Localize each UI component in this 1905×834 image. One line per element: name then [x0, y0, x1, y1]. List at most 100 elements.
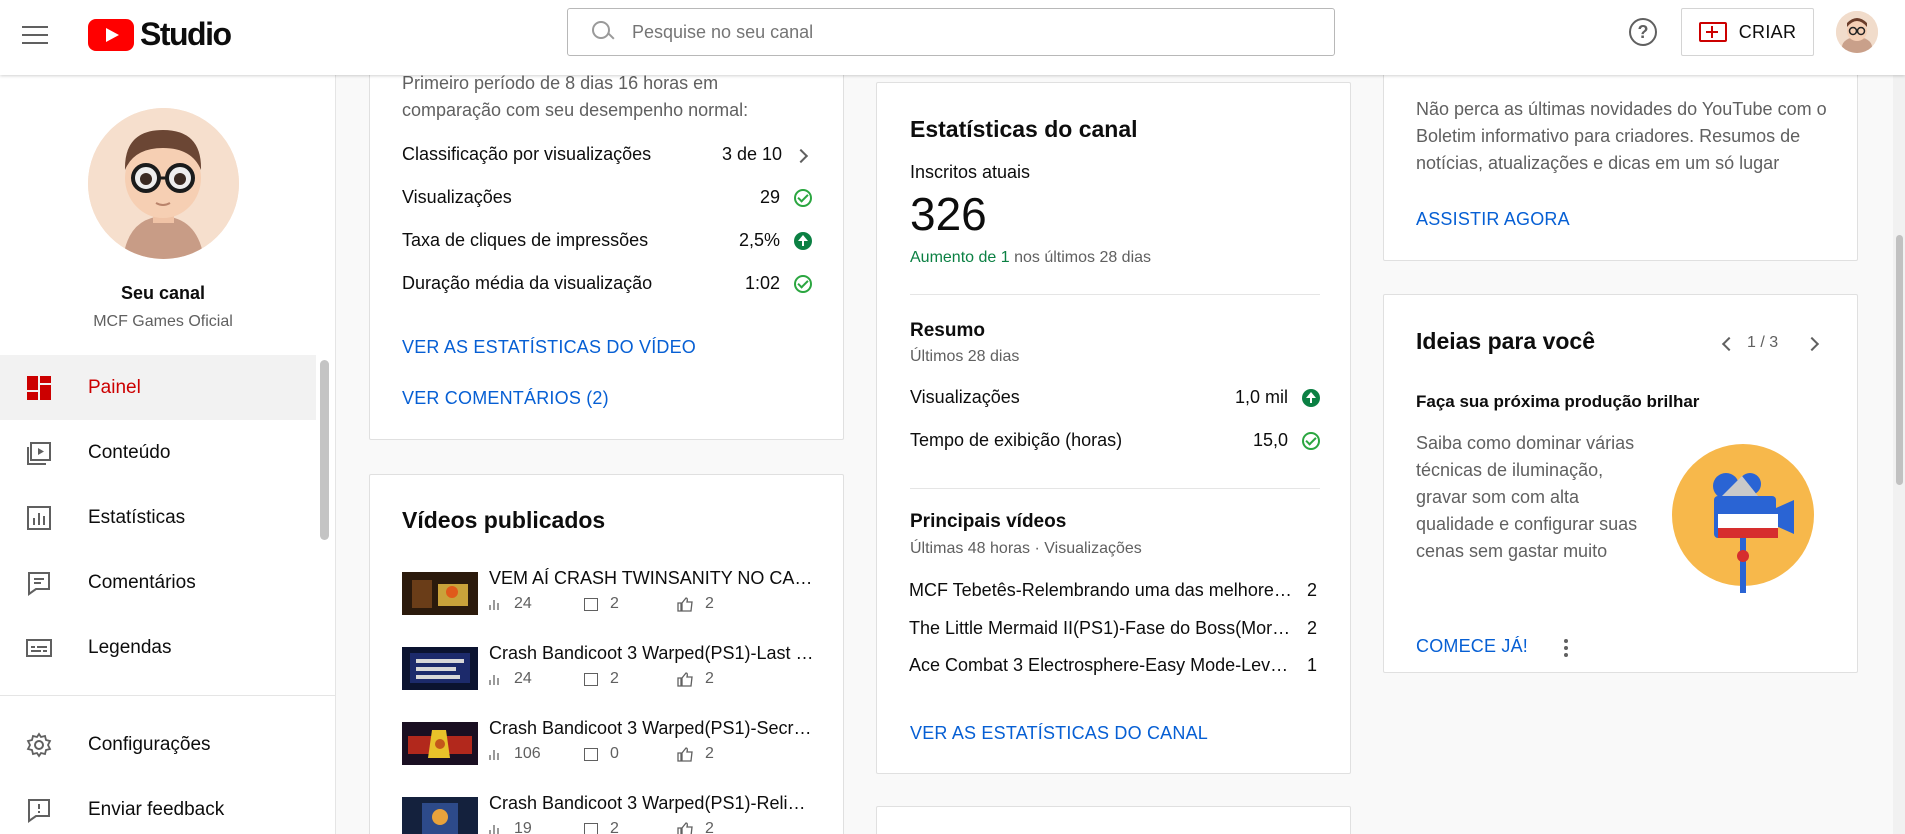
- top-video-row[interactable]: MCF Tebetês-Relembrando uma das melhores…: [877, 580, 1352, 606]
- sidebar-item-configuracoes[interactable]: Configurações: [0, 712, 316, 777]
- sidebar-item-estatisticas[interactable]: Estatísticas: [0, 485, 316, 550]
- comments-stat: 2: [584, 820, 677, 834]
- check-circle-icon: [794, 189, 812, 207]
- logo-text: Studio: [140, 16, 232, 52]
- gear-icon: [26, 731, 52, 758]
- watch-now-link[interactable]: ASSISTIR AGORA: [1416, 209, 1570, 230]
- video-title: Crash Bandicoot 3 Warped(PS1)-Relic T...: [489, 793, 814, 813]
- comments-count: 2: [610, 670, 619, 687]
- channel-stats-link[interactable]: VER AS ESTATÍSTICAS DO CANAL: [910, 723, 1208, 744]
- page-scrollbar-thumb[interactable]: [1896, 235, 1903, 485]
- stat-label: Visualizações: [402, 187, 512, 207]
- create-button[interactable]: CRIAR: [1681, 8, 1814, 56]
- sidebar-scrollbar[interactable]: [320, 360, 329, 540]
- thumbs-up-icon: [677, 671, 693, 687]
- video-list-item[interactable]: Crash Bandicoot 3 Warped(PS1)-Last G... …: [402, 643, 814, 701]
- video-thumbnail: [402, 572, 478, 615]
- search-icon[interactable]: [590, 20, 614, 44]
- card-title: Estatísticas do canal: [910, 116, 1138, 142]
- search-input[interactable]: [632, 21, 1282, 43]
- summary-label: Visualizações: [910, 387, 1020, 407]
- subscribers-period: nos últimos 28 dias: [1009, 249, 1152, 266]
- video-list-item[interactable]: Crash Bandicoot 3 Warped(PS1)-Relic T...…: [402, 793, 814, 834]
- chevron-right-icon[interactable]: [793, 148, 809, 166]
- views-stat: 19: [489, 820, 584, 834]
- stat-value: 2,5%: [738, 230, 780, 250]
- comments-stat: 2: [584, 670, 677, 688]
- channel-stats-card: Estatísticas do canal Inscritos atuais 3…: [876, 82, 1351, 774]
- channel-avatar[interactable]: [88, 108, 239, 259]
- ideas-card: Ideias para você 1 / 3 Faça sua próxima …: [1383, 294, 1858, 673]
- comment-icon: [584, 597, 598, 611]
- sidebar-item-conteudo[interactable]: Conteúdo: [0, 420, 316, 485]
- studio-logo[interactable]: Studio: [88, 16, 232, 53]
- video-meta: 19 2 2: [489, 820, 714, 834]
- video-meta: 106 0 2: [489, 745, 714, 763]
- comment-icon: [584, 747, 598, 761]
- comparison-intro: Primeiro período de 8 dias 16 horas em c…: [402, 73, 749, 120]
- bar-chart-icon: [489, 748, 501, 760]
- comments-count: 2: [610, 595, 619, 612]
- comment-icon: [584, 672, 598, 686]
- sidebar-item-painel[interactable]: Painel: [0, 355, 316, 420]
- likes-stat: 2: [677, 745, 714, 763]
- stat-value: 29: [759, 187, 780, 207]
- chevron-left-icon: [1721, 336, 1737, 352]
- sidebar-divider: [0, 695, 336, 696]
- content-icon: [26, 440, 52, 466]
- sidebar-item-legendas[interactable]: Legendas: [0, 615, 316, 680]
- page-scrollbar[interactable]: [1893, 75, 1905, 834]
- prev-page-button[interactable]: [1718, 335, 1738, 355]
- stat-row: Visualizações 29: [402, 187, 812, 211]
- comments-count: 2: [610, 820, 619, 834]
- sidebar-item-label: Legendas: [88, 636, 172, 658]
- video-list-item[interactable]: VEM AÍ CRASH TWINSANITY NO CANA... 24 2 …: [402, 568, 814, 626]
- views-count: 24: [514, 595, 532, 612]
- likes-count: 2: [705, 595, 714, 612]
- sidebar-item-label: Configurações: [88, 733, 211, 755]
- stat-row: Taxa de cliques de impressões 2,5%: [402, 230, 812, 254]
- more-options-icon[interactable]: [1562, 637, 1570, 659]
- subtitles-icon: [26, 635, 52, 661]
- comments-link[interactable]: VER COMENTÁRIOS (2): [402, 388, 609, 409]
- analytics-icon: [26, 505, 52, 531]
- video-list-item[interactable]: Crash Bandicoot 3 Warped(PS1)-Secret ...…: [402, 718, 814, 776]
- start-now-link[interactable]: COMECE JÁ!: [1416, 636, 1528, 657]
- bar-chart-icon: [489, 598, 501, 610]
- create-video-icon: [1698, 22, 1727, 42]
- help-icon[interactable]: ?: [1629, 18, 1657, 46]
- feedback-icon: [26, 797, 52, 823]
- sidebar-item-label: Conteúdo: [88, 441, 171, 463]
- subscribers-count: 326: [910, 188, 987, 240]
- summary-row: Tempo de exibição (horas) 15,0: [910, 430, 1320, 454]
- pager-indicator: 1 / 3: [1747, 334, 1779, 351]
- comments-stat: 2: [584, 595, 677, 613]
- account-avatar[interactable]: [1836, 11, 1878, 53]
- top-video-row[interactable]: The Little Mermaid II(PS1)-Fase do Boss(…: [877, 618, 1352, 644]
- next-page-button[interactable]: [1804, 335, 1825, 355]
- sidebar-item-label: Painel: [88, 376, 141, 398]
- video-title: Crash Bandicoot 3 Warped(PS1)-Secret ...: [489, 718, 814, 738]
- video-stats-link[interactable]: VER AS ESTATÍSTICAS DO VÍDEO: [402, 337, 696, 358]
- next-card: [876, 806, 1351, 834]
- divider: [910, 294, 1320, 295]
- sidebar-item-feedback[interactable]: Enviar feedback: [0, 777, 316, 834]
- sidebar: Seu canal MCF Games Oficial Painel Conte…: [0, 75, 336, 834]
- sidebar-item-label: Comentários: [88, 571, 196, 593]
- arrow-up-circle-icon: [1302, 389, 1320, 407]
- top-video-views: 1: [1307, 655, 1318, 675]
- likes-stat: 2: [677, 820, 714, 834]
- summary-label: Tempo de exibição (horas): [910, 430, 1123, 450]
- idea-headline: Faça sua próxima produção brilhar: [1416, 392, 1700, 411]
- youtube-play-icon: [88, 18, 134, 51]
- search-box[interactable]: [567, 8, 1335, 56]
- top-video-row[interactable]: Ace Combat 3 Electrosphere-Easy Mode-Lev…: [877, 655, 1352, 681]
- create-label: CRIAR: [1738, 21, 1797, 42]
- thumbs-up-icon: [677, 821, 693, 834]
- hamburger-menu-icon[interactable]: [22, 18, 56, 52]
- sidebar-item-comentarios[interactable]: Comentários: [0, 550, 316, 615]
- likes-count: 2: [705, 820, 714, 834]
- dashboard-icon: [26, 375, 52, 401]
- card-title: Vídeos publicados: [402, 507, 606, 533]
- channel-name: MCF Games Oficial: [93, 313, 233, 330]
